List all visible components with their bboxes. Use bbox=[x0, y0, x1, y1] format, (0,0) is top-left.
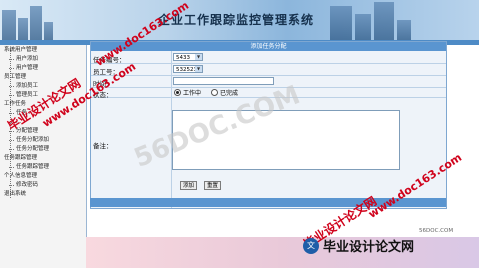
status-radio-done[interactable]: 已完成 bbox=[211, 88, 238, 97]
bottom-band bbox=[86, 237, 479, 268]
status-option-working: 工作中 bbox=[183, 90, 202, 97]
sidebar-item-tracking-manage[interactable]: 任务跟踪管理 bbox=[8, 164, 49, 170]
site-mark: 56DOC.COM bbox=[419, 228, 454, 234]
reset-button[interactable]: 重置 bbox=[204, 181, 222, 190]
status-radio-working[interactable]: 工作中 bbox=[174, 88, 201, 97]
task-id-value: 5433 bbox=[176, 55, 190, 61]
form-title: 添加任务分配 bbox=[91, 42, 446, 51]
sidebar-item-add-assignment[interactable]: 任务分配添加 bbox=[8, 137, 49, 143]
sidebar-item-add-employee[interactable]: 添加员工 bbox=[8, 83, 38, 89]
sidebar-item-add-user[interactable]: 用户添加 bbox=[8, 56, 38, 62]
chevron-down-icon[interactable]: ▼ bbox=[195, 54, 202, 60]
remark-label: 备注： bbox=[93, 142, 113, 150]
status-option-done: 已完成 bbox=[220, 90, 239, 97]
sidebar-item-tasks[interactable]: 工作任务 bbox=[4, 101, 26, 107]
employee-value: 532523 bbox=[176, 67, 197, 73]
sidebar-item-manage-employees[interactable]: 管理员工 bbox=[8, 92, 38, 98]
sidebar-item-tracking[interactable]: 任务跟踪管理 bbox=[4, 155, 37, 161]
time-input[interactable] bbox=[173, 77, 274, 85]
chevron-down-icon[interactable]: ▼ bbox=[195, 66, 202, 72]
task-id-select[interactable]: 5433 ▼ bbox=[173, 53, 203, 61]
sidebar-item-manage-users[interactable]: 用户管理 bbox=[8, 65, 38, 71]
sidebar-item-system-users[interactable]: 系统用户管理 bbox=[4, 47, 37, 53]
logo-watermark: 文 毕业设计论文网 bbox=[303, 236, 414, 255]
sidebar-item-personal-info[interactable]: 个人信息管理 bbox=[4, 173, 37, 179]
logo-text: 毕业设计论文网 bbox=[323, 240, 415, 255]
sidebar-item-logout[interactable]: 退出系统 bbox=[4, 191, 26, 197]
sidebar-item-change-password[interactable]: 修改密码 bbox=[8, 182, 38, 188]
employee-select[interactable]: 532523 ▼ bbox=[173, 65, 203, 73]
radio-unchecked-icon[interactable] bbox=[211, 89, 218, 96]
radio-checked-icon[interactable] bbox=[174, 89, 181, 96]
header-banner: 企业工作跟踪监控管理系统 bbox=[0, 0, 479, 40]
logo-circle-icon: 文 bbox=[303, 237, 319, 254]
sidebar-item-manage-assignment[interactable]: 任务分配管理 bbox=[8, 146, 49, 152]
sidebar-item-employees[interactable]: 员工管理 bbox=[4, 74, 26, 80]
add-button[interactable]: 添加 bbox=[180, 181, 198, 190]
